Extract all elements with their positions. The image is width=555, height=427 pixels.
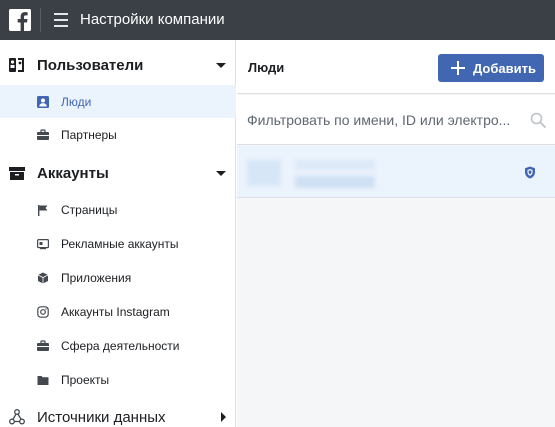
person-email-redacted <box>295 176 375 188</box>
sidebar-item-ad-accounts[interactable]: Рекламные аккаунты <box>0 227 236 260</box>
sidebar-item-people[interactable]: Люди <box>0 85 236 118</box>
ad-account-icon <box>37 238 49 249</box>
sidebar-section-accounts-title: Аккаунты <box>37 164 109 182</box>
sidebar-item-label: Партнеры <box>61 127 117 142</box>
cube-icon <box>37 272 49 283</box>
search-icon[interactable] <box>530 112 546 128</box>
plus-icon <box>451 61 465 75</box>
sidebar-item-label: Рекламные аккаунты <box>61 236 179 251</box>
person-list-item[interactable] <box>237 146 555 198</box>
flag-icon <box>38 204 48 216</box>
sidebar-item-label: Приложения <box>61 270 132 285</box>
data-sources-icon <box>9 409 25 425</box>
person-icon <box>37 95 49 108</box>
sidebar-item-label: Сфера деятельности <box>61 338 180 353</box>
sidebar: Пользователи Люди Партнеры Аккаунты Стра… <box>0 40 236 427</box>
top-bar: Настройки компании <box>0 0 555 40</box>
users-icon <box>9 58 24 72</box>
shield-icon <box>525 166 535 179</box>
sidebar-item-partners[interactable]: Партнеры <box>0 118 236 151</box>
chevron-down-icon <box>216 170 226 176</box>
sidebar-section-users[interactable]: Пользователи <box>0 47 236 83</box>
briefcase-icon <box>37 128 49 140</box>
main-panel: Люди Добавить <box>237 40 555 427</box>
sidebar-item-label: Аккаунты Instagram <box>61 304 170 319</box>
sidebar-section-accounts[interactable]: Аккаунты <box>0 155 236 191</box>
person-name-redacted <box>295 160 375 170</box>
search-bar <box>237 95 555 145</box>
top-bar-divider <box>40 8 41 32</box>
chevron-down-icon <box>216 62 226 68</box>
sidebar-item-apps[interactable]: Приложения <box>0 261 236 294</box>
chevron-right-icon <box>221 412 226 422</box>
folder-icon <box>37 375 49 385</box>
search-input[interactable] <box>247 109 517 131</box>
avatar <box>247 160 281 186</box>
instagram-icon <box>37 305 49 318</box>
sidebar-item-instagram-accounts[interactable]: Аккаунты Instagram <box>0 295 236 328</box>
sidebar-section-data-sources[interactable]: Источники данных <box>0 399 236 427</box>
sidebar-section-data-sources-title: Источники данных <box>37 408 166 426</box>
sidebar-item-label: Страницы <box>61 202 118 217</box>
sidebar-item-label: Проекты <box>61 372 110 387</box>
sidebar-section-users-title: Пользователи <box>37 56 144 74</box>
add-button-label: Добавить <box>473 61 536 76</box>
sidebar-item-projects[interactable]: Проекты <box>0 363 236 396</box>
menu-icon[interactable] <box>54 13 68 27</box>
sidebar-item-label: Люди <box>61 94 92 109</box>
add-button[interactable]: Добавить <box>438 54 544 82</box>
archive-box-icon <box>9 167 25 180</box>
main-header: Люди Добавить <box>237 40 555 94</box>
sidebar-item-pages[interactable]: Страницы <box>0 193 236 226</box>
page-title: Настройки компании <box>80 11 225 28</box>
facebook-logo-icon[interactable] <box>9 9 31 31</box>
sidebar-item-business-areas[interactable]: Сфера деятельности <box>0 329 236 362</box>
people-title: Люди <box>248 60 285 75</box>
briefcase-icon <box>37 339 49 351</box>
